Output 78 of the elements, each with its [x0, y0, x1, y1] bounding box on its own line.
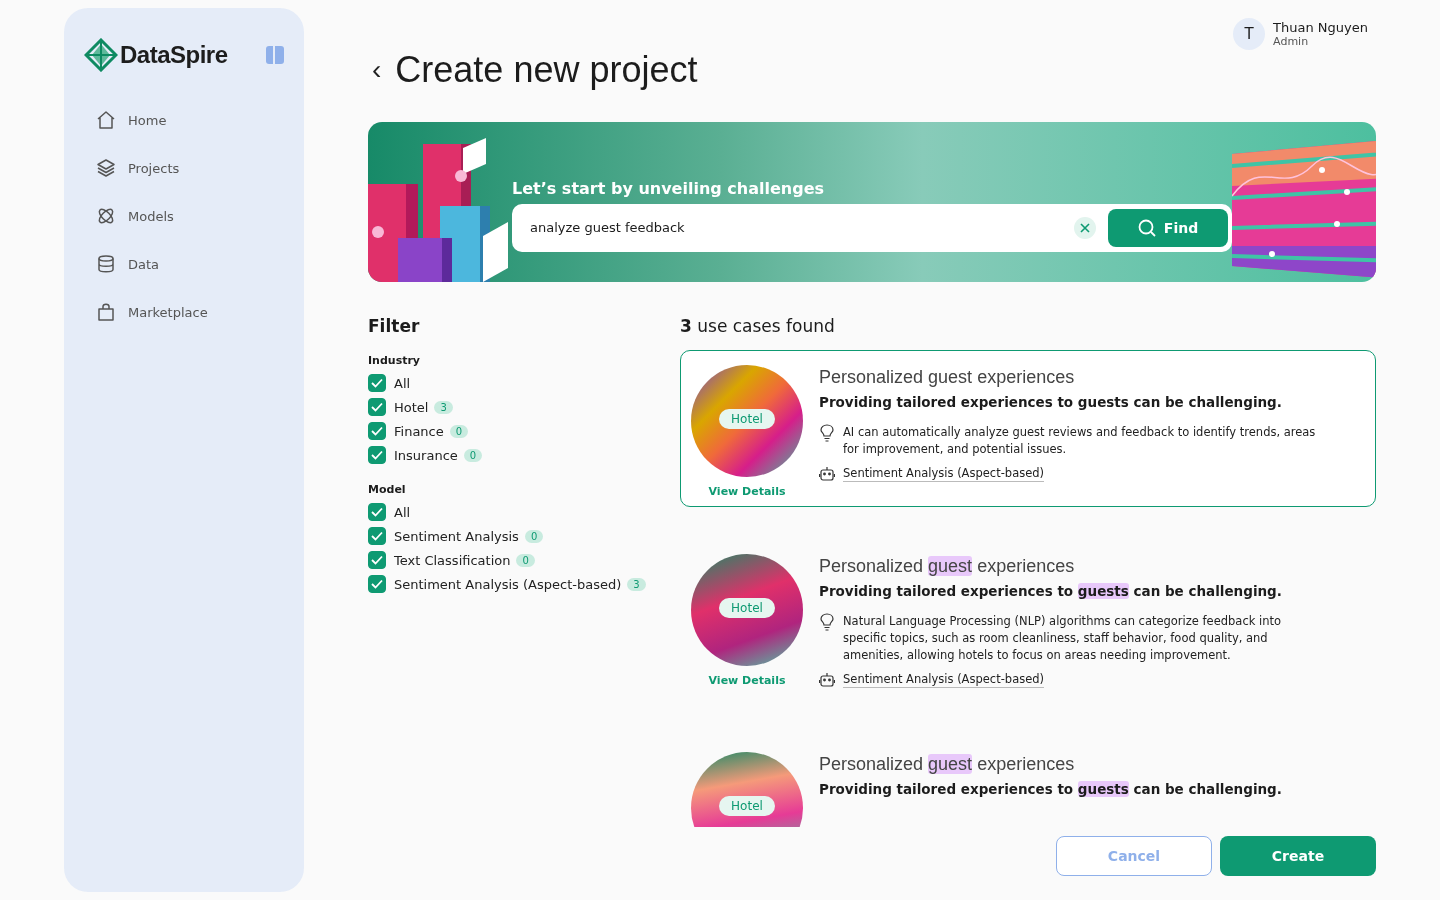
back-button[interactable]: ‹ — [368, 56, 386, 84]
house-icon — [96, 110, 116, 130]
count-badge: 0 — [516, 553, 535, 567]
logo-text: DataSpire — [120, 41, 228, 69]
check-icon — [371, 378, 383, 388]
nav-item[interactable]: Data — [96, 254, 284, 274]
bag-icon — [96, 302, 116, 322]
checkbox[interactable] — [368, 575, 386, 593]
lightbulb-icon — [819, 613, 835, 631]
check-icon — [371, 426, 383, 436]
user-name: Thuan Nguyen — [1273, 20, 1368, 35]
check-icon — [371, 450, 383, 460]
results-count: 3 use cases found — [680, 316, 836, 336]
check-icon — [371, 555, 383, 565]
checkbox[interactable] — [368, 503, 386, 521]
checkbox[interactable] — [368, 374, 386, 392]
tag-badge: Hotel — [719, 409, 775, 429]
count-badge: 0 — [449, 424, 469, 438]
check-icon — [371, 531, 383, 541]
check-icon — [371, 402, 383, 412]
filter-title: Filter — [368, 316, 421, 336]
checkbox[interactable] — [368, 398, 386, 416]
model-link[interactable]: Sentiment Analysis (Aspect-based) — [843, 672, 1045, 688]
check-icon — [371, 507, 383, 517]
tag-badge: Hotel — [719, 796, 775, 816]
find-button[interactable]: Find — [1108, 208, 1228, 247]
nav-item[interactable]: Home — [96, 110, 284, 130]
count-badge: 3 — [627, 577, 646, 591]
count-badge: 0 — [524, 529, 544, 543]
banner-heading: Let’s start by unveiling challenges — [512, 178, 826, 198]
database-icon — [96, 254, 116, 274]
count-badge: 3 — [434, 400, 453, 414]
nav-item[interactable]: Models — [96, 206, 284, 226]
problem-statement: Providing tailored experiences to guests can be challenging. — [819, 583, 1283, 599]
use-case-title: Personalized guest experiences — [819, 754, 1076, 775]
filter-option-label[interactable]: All — [394, 504, 411, 520]
use-case-title: Personalized guest experiences — [819, 556, 1076, 577]
checkbox[interactable] — [368, 422, 386, 440]
filter-option-label[interactable]: Hotel — [394, 399, 429, 415]
atom-icon — [96, 206, 116, 226]
search-field[interactable]: analyze guest feedback Find — [512, 203, 1232, 252]
sidebar-toggle-icon[interactable] — [266, 46, 284, 64]
avatar[interactable]: T — [1233, 18, 1266, 50]
robot-icon — [819, 672, 835, 687]
checkbox[interactable] — [368, 527, 386, 545]
filter-option-label[interactable]: Sentiment Analysis — [394, 528, 519, 544]
count-badge: 0 — [463, 448, 483, 462]
search-icon — [1137, 218, 1156, 237]
problem-statement: Providing tailored experiences to guests can be challenging. — [819, 781, 1283, 797]
layers-icon — [96, 158, 116, 178]
insight-text: Natural Language Processing (NLP) algorithms can categorize feedback into specific topics, such as room cleanliness, staff behavior, food quality, and amenities, allowing hotels to focus on areas needing improvement. — [843, 613, 1283, 664]
tag-badge: Hotel — [719, 598, 775, 618]
filter-option-label[interactable]: Finance — [394, 423, 444, 439]
filter-option-label[interactable]: Insurance — [394, 447, 458, 463]
nav-item[interactable]: Marketplace — [96, 302, 284, 322]
diamond-logo-icon — [84, 38, 118, 72]
check-icon — [371, 579, 383, 589]
robot-icon — [819, 466, 835, 481]
view-details-link[interactable]: View Details — [708, 485, 786, 498]
filter-group-label: Model — [368, 483, 407, 496]
create-button[interactable]: Create — [1220, 836, 1376, 876]
nav-item[interactable]: Projects — [96, 158, 284, 178]
problem-statement: Providing tailored experiences to guests can be challenging. — [819, 394, 1283, 410]
use-case-title: Personalized guest experiences — [819, 367, 1076, 388]
filter-option-label[interactable]: Sentiment Analysis (Aspect-based) — [394, 576, 622, 592]
use-case-card[interactable] — [680, 350, 1376, 507]
page-title: Create new project — [395, 49, 698, 91]
checkbox[interactable] — [368, 446, 386, 464]
filter-option-label[interactable]: All — [394, 375, 411, 391]
insight-text: AI can automatically analyze guest reviews and feedback to identify trends, areas for improvement, and potential issues. — [843, 424, 1317, 458]
model-link[interactable]: Sentiment Analysis (Aspect-based) — [843, 466, 1045, 482]
clear-button[interactable] — [1074, 216, 1096, 239]
close-icon — [1080, 222, 1090, 233]
user-role: Admin — [1273, 35, 1310, 48]
filter-option-label[interactable]: Text Classification — [394, 552, 511, 568]
lightbulb-icon — [819, 424, 835, 442]
checkbox[interactable] — [368, 551, 386, 569]
filter-group-label: Industry — [368, 354, 422, 367]
